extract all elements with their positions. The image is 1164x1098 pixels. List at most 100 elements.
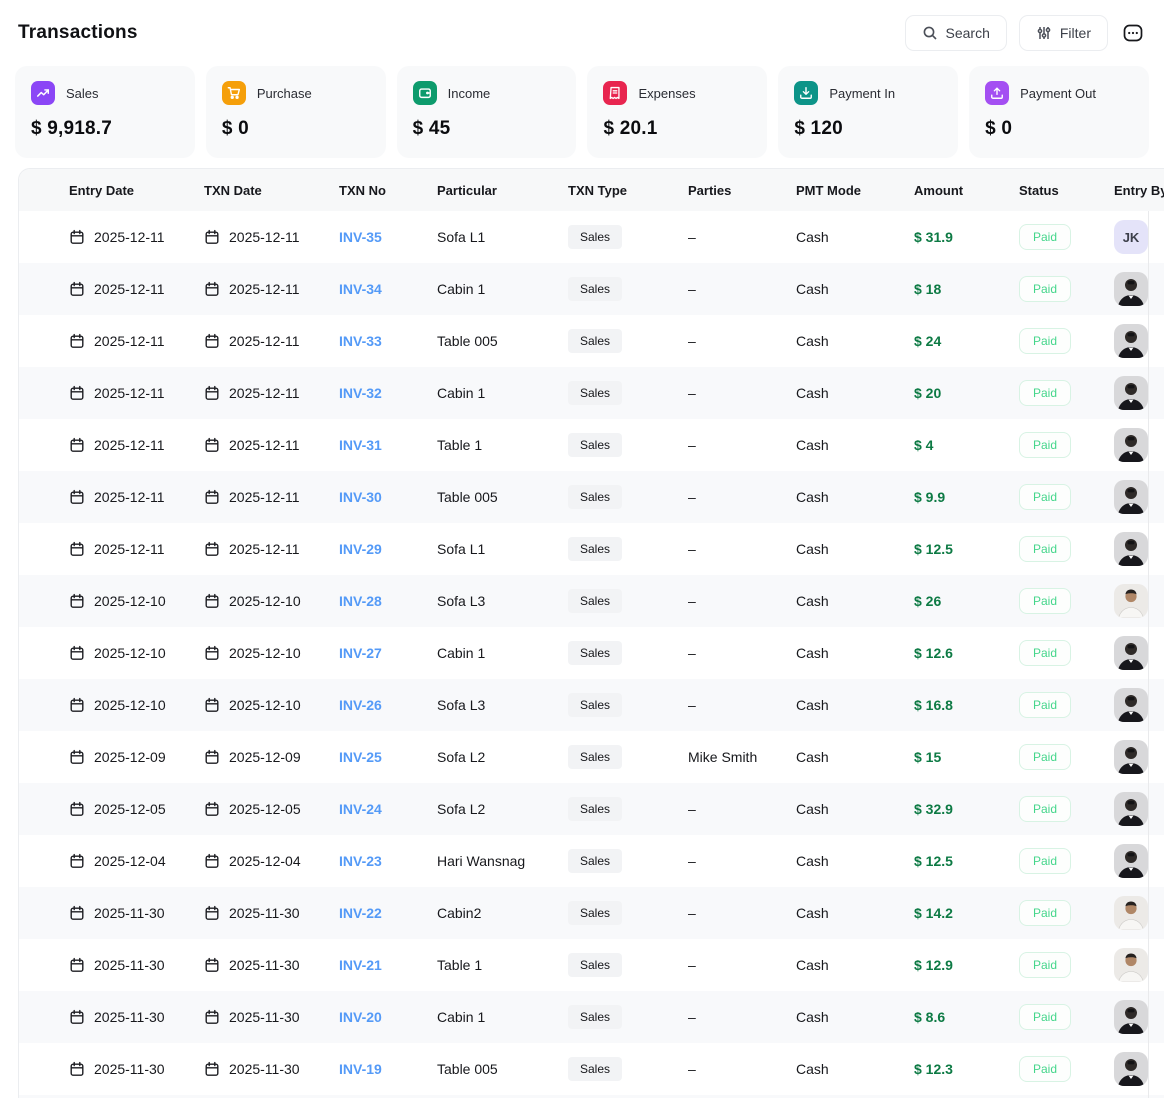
table-row[interactable]: 2025-12-112025-12-11INV-33Table 005Sales… (19, 315, 1164, 367)
txn-type-badge: Sales (568, 381, 622, 405)
table-row[interactable]: 2025-12-112025-12-11INV-32Cabin 1Sales–C… (19, 367, 1164, 419)
txn-no-link[interactable]: INV-23 (339, 853, 382, 869)
pmt-mode-cell: Cash (796, 333, 914, 349)
table-row[interactable]: 2025-11-302025-11-30INV-22Cabin2Sales–Ca… (19, 887, 1164, 939)
txn-date-cell: 2025-12-11 (204, 229, 339, 245)
txn-no-link[interactable]: INV-21 (339, 957, 382, 973)
txn-no-link[interactable]: INV-27 (339, 645, 382, 661)
card-value: $ 9,918.7 (31, 118, 179, 140)
txn-date-cell: 2025-12-11 (204, 281, 339, 297)
avatar[interactable] (1114, 480, 1148, 514)
entry-by-cell (1114, 376, 1164, 410)
calendar-icon (69, 385, 85, 401)
avatar[interactable] (1114, 428, 1148, 462)
txn-date-text: 2025-12-11 (229, 333, 300, 349)
table-row[interactable]: 2025-12-112025-12-11INV-29Sofa L1Sales–C… (19, 523, 1164, 575)
avatar[interactable] (1114, 844, 1148, 878)
search-button[interactable]: Search (905, 15, 1007, 51)
table-row[interactable]: 2025-12-052025-12-05INV-24Sofa L2Sales–C… (19, 783, 1164, 835)
avatar[interactable] (1114, 1052, 1148, 1086)
entry-date-cell: 2025-12-11 (69, 333, 204, 349)
table-row[interactable]: 2025-11-302025-11-30INV-19Table 005Sales… (19, 1043, 1164, 1095)
parties-cell: – (688, 541, 796, 557)
avatar[interactable] (1114, 1000, 1148, 1034)
amount-cell: $ 8.6 (914, 1009, 1019, 1025)
status-cell: Paid (1019, 224, 1114, 250)
entry-by-cell (1114, 272, 1164, 306)
txn-no-link[interactable]: INV-22 (339, 905, 382, 921)
avatar[interactable] (1114, 584, 1148, 618)
table-row[interactable]: 2025-12-112025-12-11INV-30Table 005Sales… (19, 471, 1164, 523)
avatar-initials[interactable]: JK (1114, 220, 1148, 254)
txn-no-link[interactable]: INV-30 (339, 489, 382, 505)
txn-date-cell: 2025-12-09 (204, 749, 339, 765)
table-header-row: Entry DateTXN DateTXN NoParticularTXN Ty… (19, 169, 1164, 211)
entry-by-cell (1114, 896, 1164, 930)
calendar-icon (204, 385, 220, 401)
column-header-entry-date: Entry Date (69, 183, 204, 198)
txn-no-link[interactable]: INV-24 (339, 801, 382, 817)
entry-date-text: 2025-12-04 (94, 853, 166, 869)
calendar-icon (204, 593, 220, 609)
table-row[interactable]: 2025-11-302025-11-30INV-20Cabin 1Sales–C… (19, 991, 1164, 1043)
calendar-icon (204, 957, 220, 973)
txn-date-text: 2025-12-04 (229, 853, 301, 869)
txn-no-link[interactable]: INV-33 (339, 333, 382, 349)
entry-date-cell: 2025-12-11 (69, 489, 204, 505)
status-badge: Paid (1019, 224, 1071, 250)
entry-date-cell: 2025-12-11 (69, 229, 204, 245)
table-row[interactable]: 2025-12-102025-12-10INV-28Sofa L3Sales–C… (19, 575, 1164, 627)
status-cell: Paid (1019, 848, 1114, 874)
avatar[interactable] (1114, 792, 1148, 826)
txn-no-link[interactable]: INV-34 (339, 281, 382, 297)
table-row[interactable]: 2025-12-112025-12-11INV-34Cabin 1Sales–C… (19, 263, 1164, 315)
avatar[interactable] (1114, 740, 1148, 774)
entry-by-cell (1114, 636, 1164, 670)
calendar-icon (204, 489, 220, 505)
txn-no-link[interactable]: INV-20 (339, 1009, 382, 1025)
txn-no-link[interactable]: INV-25 (339, 749, 382, 765)
txn-no-link[interactable]: INV-28 (339, 593, 382, 609)
avatar[interactable] (1114, 688, 1148, 722)
txn-no-link[interactable]: INV-26 (339, 697, 382, 713)
table-row[interactable]: 2025-12-092025-12-09INV-25Sofa L2SalesMi… (19, 731, 1164, 783)
txn-no-link[interactable]: INV-35 (339, 229, 382, 245)
filter-sliders-icon (1036, 25, 1052, 41)
avatar[interactable] (1114, 948, 1148, 982)
txn-no-cell: INV-25 (339, 749, 437, 765)
avatar[interactable] (1114, 376, 1148, 410)
txn-no-link[interactable]: INV-29 (339, 541, 382, 557)
txn-date-text: 2025-12-11 (229, 541, 300, 557)
filter-button[interactable]: Filter (1019, 15, 1108, 51)
avatar[interactable] (1114, 896, 1148, 930)
tray-down-icon (794, 81, 818, 105)
avatar[interactable] (1114, 636, 1148, 670)
pmt-mode-cell: Cash (796, 229, 914, 245)
txn-no-link[interactable]: INV-31 (339, 437, 382, 453)
more-options-button[interactable] (1120, 20, 1146, 46)
txn-no-cell: INV-26 (339, 697, 437, 713)
table-row[interactable]: 2025-12-102025-12-10INV-27Cabin 1Sales–C… (19, 627, 1164, 679)
table-row[interactable]: 2025-12-112025-12-11INV-35Sofa L1Sales–C… (19, 211, 1164, 263)
txn-no-link[interactable]: INV-19 (339, 1061, 382, 1077)
status-cell: Paid (1019, 1004, 1114, 1030)
parties-cell: – (688, 1061, 796, 1077)
card-value: $ 120 (794, 118, 942, 140)
calendar-icon (204, 645, 220, 661)
avatar[interactable] (1114, 324, 1148, 358)
table-row[interactable]: 2025-11-302025-11-30INV-21Table 1Sales–C… (19, 939, 1164, 991)
avatar[interactable] (1114, 532, 1148, 566)
txn-no-cell: INV-21 (339, 957, 437, 973)
txn-date-text: 2025-12-11 (229, 385, 300, 401)
avatar[interactable] (1114, 272, 1148, 306)
txn-type-badge: Sales (568, 433, 622, 457)
txn-no-link[interactable]: INV-32 (339, 385, 382, 401)
amount-cell: $ 32.9 (914, 801, 1019, 817)
table-row[interactable]: 2025-12-102025-12-10INV-26Sofa L3Sales–C… (19, 679, 1164, 731)
status-badge: Paid (1019, 848, 1071, 874)
txn-type-badge: Sales (568, 329, 622, 353)
table-row[interactable]: 2025-12-112025-12-11INV-31Table 1Sales–C… (19, 419, 1164, 471)
summary-card-payment-out: Payment Out$ 0 (969, 66, 1149, 158)
table-row[interactable]: 2025-12-042025-12-04INV-23Hari WansnagSa… (19, 835, 1164, 887)
ellipsis-box-icon (1122, 22, 1144, 44)
